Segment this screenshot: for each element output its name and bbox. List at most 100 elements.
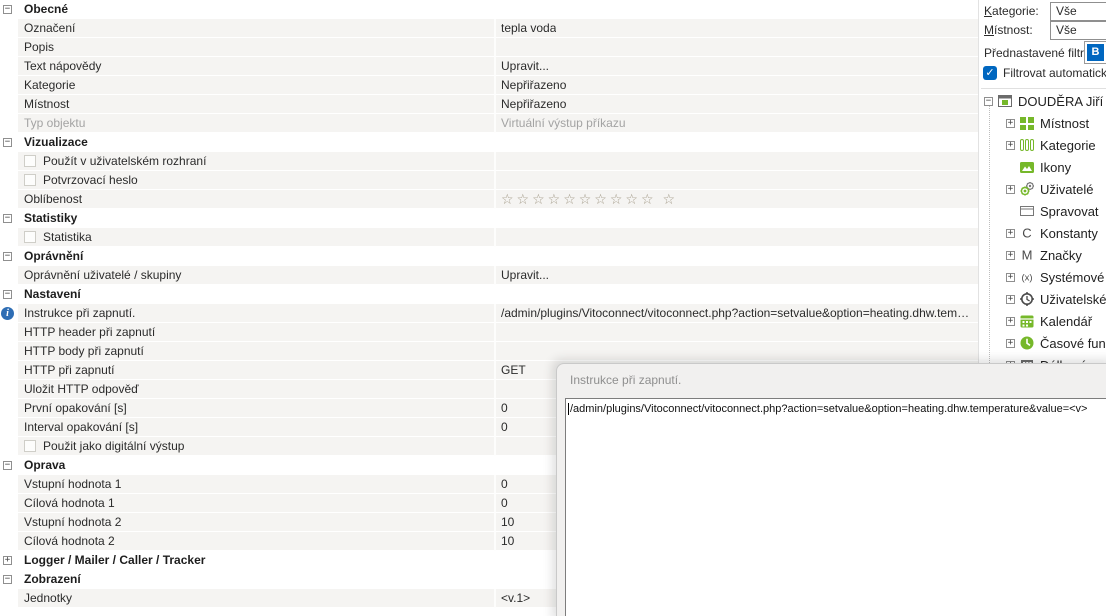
property-checkbox[interactable] [24, 174, 36, 186]
collapse-section-icon[interactable]: − [3, 252, 12, 261]
section-label: Nastavení [18, 285, 494, 304]
favorite-stars-rating[interactable]: ☆☆☆☆☆☆☆☆☆☆ [501, 192, 657, 206]
property-value[interactable] [494, 38, 978, 57]
expand-node-icon[interactable]: + [1006, 250, 1015, 260]
property-label: Místnost [18, 95, 494, 114]
label-text: Obecné [24, 2, 69, 16]
tree-item-kategorie[interactable]: + Kategorie [979, 134, 1106, 156]
expand-section-icon[interactable]: + [3, 556, 12, 565]
expand-node-icon[interactable]: + [1006, 272, 1015, 282]
row-gutter [0, 437, 18, 456]
property-label: Cílová hodnota 2 [18, 532, 494, 551]
periphery-tree: − DOUDĚRA Jiří + Místnost + Kategorie Ikony + Už… [979, 90, 1106, 376]
tree-item-konstanty[interactable]: + C Konstanty [979, 222, 1106, 244]
property-label: Jednotky [18, 589, 494, 608]
tree-item-zna-ky[interactable]: + M Značky [979, 244, 1106, 266]
property-row: HTTP body při zapnutí [0, 342, 978, 361]
tree-item-asov-funkce[interactable]: + Časové funkce [979, 332, 1106, 354]
tree-item-u-ivatelsk[interactable]: + Uživatelské [979, 288, 1106, 310]
property-value[interactable]: Upravit... [494, 266, 978, 285]
sysvar-x-icon: (x) [1019, 269, 1035, 285]
tree-item-m-stnost[interactable]: + Místnost [979, 112, 1106, 134]
row-gutter [0, 19, 18, 38]
property-label: Potvrzovací heslo [18, 171, 494, 190]
expand-node-icon[interactable]: + [1006, 338, 1015, 348]
row-gutter: − [0, 456, 18, 475]
property-checkbox[interactable] [24, 231, 36, 243]
categories-icon [1019, 137, 1035, 153]
property-value[interactable] [494, 171, 978, 190]
tree-item-label: Konstanty [1040, 225, 1098, 241]
app-window: − Obecné Označení tepla voda Popis Text nápov… [0, 0, 1106, 616]
section-row: − Statistiky [0, 209, 978, 228]
row-gutter [0, 399, 18, 418]
instruction-editor-popup: Instrukce při zapnutí. /admin/plugins/Vi… [556, 363, 1106, 616]
property-label: HTTP body při zapnutí [18, 342, 494, 361]
value-text: Upravit... [501, 59, 550, 73]
collapse-section-icon[interactable]: − [3, 290, 12, 299]
property-value[interactable]: Nepřiřazeno [494, 95, 978, 114]
label-text: Typ objektu [24, 116, 86, 130]
expand-node-icon[interactable]: + [1006, 184, 1015, 194]
tree-item-spravovat[interactable]: Spravovat [979, 200, 1106, 222]
property-value[interactable]: Upravit... [494, 57, 978, 76]
value-text: 0 [501, 496, 508, 510]
property-value[interactable]: ☆☆☆☆☆☆☆☆☆☆ ☆ [494, 190, 978, 209]
property-value[interactable] [494, 342, 978, 361]
property-row: Oblíbenost ☆☆☆☆☆☆☆☆☆☆ ☆ [0, 190, 978, 209]
label-text: Nastavení [24, 287, 81, 301]
sidebar-divider [981, 88, 1106, 89]
collapse-section-icon[interactable]: − [3, 214, 12, 223]
room-filter-select[interactable]: Vše [1050, 21, 1106, 40]
value-text: tepla voda [501, 21, 557, 35]
property-checkbox[interactable] [24, 440, 36, 452]
tree-item-ikony[interactable]: Ikony [979, 156, 1106, 178]
label-text: Popis [24, 40, 55, 54]
property-value [494, 209, 978, 228]
expand-node-icon[interactable]: + [1006, 316, 1015, 326]
property-value[interactable]: Nepřiřazeno [494, 76, 978, 95]
tree-item-u-ivatel[interactable]: + Uživatelé [979, 178, 1106, 200]
window-icon [1019, 203, 1035, 219]
row-gutter [0, 190, 18, 209]
text-caret [568, 403, 569, 415]
property-value[interactable]: tepla voda [494, 19, 978, 38]
expand-node-icon[interactable]: + [1006, 228, 1015, 238]
expand-node-icon[interactable]: + [1006, 118, 1015, 128]
property-row: Text nápovědy Upravit... [0, 57, 978, 76]
property-value[interactable]: /admin/plugins/Vitoconnect/vitoconnect.p… [494, 304, 978, 323]
property-label: Použít v uživatelském rozhraní [18, 152, 494, 171]
property-value[interactable] [494, 228, 978, 247]
expand-node-icon[interactable]: + [1006, 140, 1015, 150]
image-icon [1019, 159, 1035, 175]
autofilter-checkbox[interactable]: ✓ [983, 66, 997, 80]
preset-filters-button[interactable]: B [1084, 41, 1106, 64]
row-gutter: − [0, 247, 18, 266]
instruction-textarea[interactable]: /admin/plugins/Vitoconnect/vitoconnect.p… [565, 398, 1106, 616]
tree-item-doud-ra-ji[interactable]: − DOUDĚRA Jiří [979, 90, 1106, 112]
svg-text:C: C [1022, 226, 1031, 241]
collapse-section-icon[interactable]: − [3, 461, 12, 470]
property-checkbox[interactable] [24, 155, 36, 167]
collapse-section-icon[interactable]: − [3, 575, 12, 584]
category-filter-select[interactable]: Vše [1050, 2, 1106, 21]
tree-item-kalend[interactable]: + Kalendář [979, 310, 1106, 332]
row-gutter: − [0, 570, 18, 589]
collapse-section-icon[interactable]: − [3, 5, 12, 14]
favorite-star-extra[interactable]: ☆ [663, 192, 679, 206]
property-row: HTTP header při zapnutí [0, 323, 978, 342]
miniserver-icon [997, 93, 1013, 109]
svg-text:(x): (x) [1021, 273, 1032, 284]
property-value[interactable] [494, 152, 978, 171]
collapse-section-icon[interactable]: − [3, 138, 12, 147]
row-gutter [0, 323, 18, 342]
expand-node-icon[interactable]: + [1006, 294, 1015, 304]
property-row: Typ objektu Virtuální výstup příkazu [0, 114, 978, 133]
property-value[interactable] [494, 323, 978, 342]
section-row: − Obecné [0, 0, 978, 19]
property-label: Cílová hodnota 1 [18, 494, 494, 513]
label-text: Statistika [43, 230, 92, 244]
collapse-node-icon[interactable]: − [984, 96, 993, 106]
property-value[interactable]: Virtuální výstup příkazu [494, 114, 978, 133]
tree-item-syst-mov[interactable]: + (x) Systémové [979, 266, 1106, 288]
